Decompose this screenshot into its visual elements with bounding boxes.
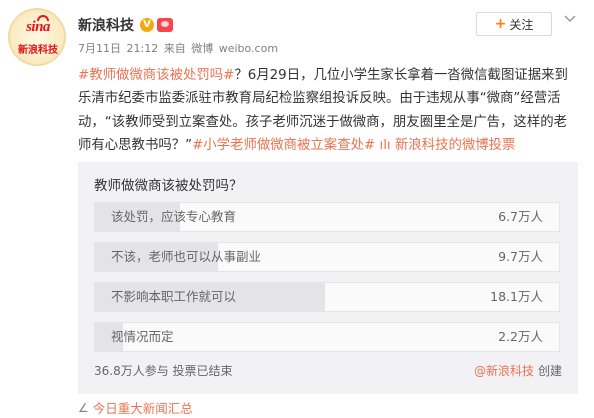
poll-option-count: 2.2万人 (498, 329, 543, 344)
chevron-down-icon[interactable] (563, 12, 577, 26)
poll-title: 教师做微商该被处罚吗？ (94, 178, 243, 194)
poll-participation: 36.8万人参与 投票已结束 (94, 364, 233, 378)
source-site[interactable]: weibo.com (219, 42, 278, 55)
verified-v-icon: V (140, 18, 154, 32)
poll-option-label: 视情况而定 (111, 329, 174, 344)
poll-option[interactable]: 不影响本职工作就可以 18.1万人 (94, 282, 560, 312)
hashtag-teacher-microbusiness[interactable]: #教师做微商该被处罚吗# (78, 68, 234, 83)
link-icon: ∠ (78, 400, 89, 415)
post-body: #教师做微商该被处罚吗#？6月29日，几位小学生家长拿着一沓微信截图证据来到乐清… (78, 64, 578, 158)
post-meta: 7月11日 21:12 来自 微博 weibo.com (78, 40, 280, 56)
poll-option[interactable]: 不该，老师也可以从事副业 9.7万人 (94, 242, 560, 272)
news-summary-link[interactable]: ∠ 今日重大新闻汇总 (78, 398, 193, 417)
poll-creator-suffix: 创建 (537, 364, 562, 378)
post-time[interactable]: 21:12 (127, 42, 159, 55)
avatar-logo-top: sina (26, 19, 50, 35)
poll-option[interactable]: 视情况而定 2.2万人 (94, 322, 560, 352)
plus-icon: + (494, 16, 507, 32)
avatar[interactable]: sina 新浪科技 (8, 8, 66, 66)
poll-card: 教师做微商该被处罚吗？ 该处罚，应该专心教育 6.7万人 不该，老师也可以从事副… (78, 162, 578, 394)
poll-creator: @新浪科技 创建 (474, 362, 562, 379)
weibo-vote-link[interactable]: 新浪科技的微博投票 (395, 138, 516, 153)
source-client[interactable]: 微博 (191, 42, 213, 55)
poll-option-count: 6.7万人 (498, 209, 543, 224)
poll-option[interactable]: 该处罚，应该专心教育 6.7万人 (94, 202, 560, 232)
vip-badge-icon[interactable] (157, 18, 173, 32)
news-summary-label: 今日重大新闻汇总 (92, 401, 193, 416)
poll-option-label: 不影响本职工作就可以 (111, 289, 237, 304)
follow-button[interactable]: + 关注 (476, 12, 552, 36)
poll-option-label: 不该，老师也可以从事副业 (111, 249, 262, 264)
follow-label: 关注 (509, 17, 534, 32)
account-header: 新浪科技 V (78, 15, 173, 35)
poll-creator-link[interactable]: @新浪科技 (474, 362, 534, 379)
account-name[interactable]: 新浪科技 (78, 15, 134, 35)
poll-option-count: 9.7万人 (498, 249, 543, 264)
poll-option-label: 该处罚，应该专心教育 (111, 209, 237, 224)
poll-option-count: 18.1万人 (490, 289, 543, 304)
avatar-logo-bottom: 新浪科技 (18, 45, 58, 56)
hashtag-teacher-investigated[interactable]: #小学老师做微商被立案查处# (192, 138, 375, 153)
post-date[interactable]: 7月11日 (78, 42, 121, 55)
source-prefix: 来自 (163, 42, 186, 55)
vote-chart-icon: ılı (379, 138, 391, 154)
